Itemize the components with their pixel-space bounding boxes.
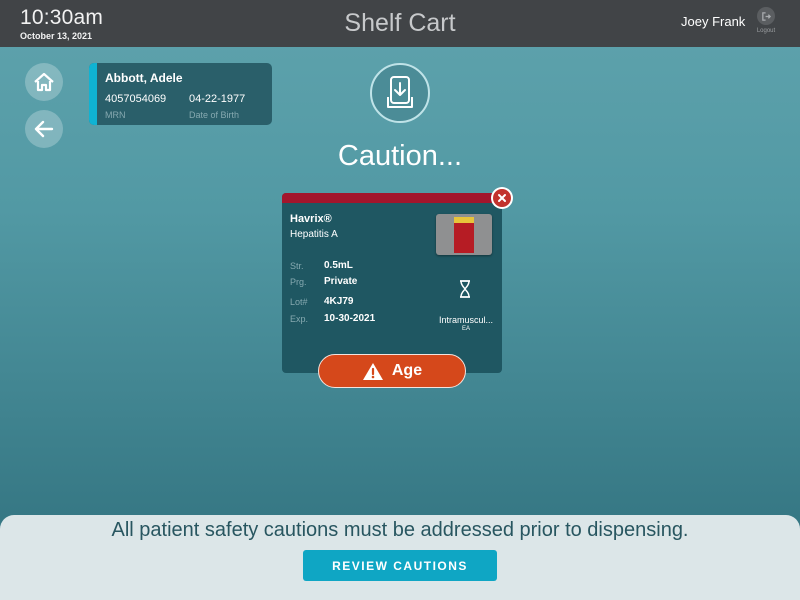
user-name: Joey Frank bbox=[681, 14, 746, 29]
drug-card[interactable]: Havrix® Hepatitis A Str. 0.5mL Prg. Priv… bbox=[282, 193, 502, 373]
app-title: Shelf Cart bbox=[344, 9, 456, 37]
drug-description: Hepatitis A bbox=[290, 229, 338, 240]
review-cautions-button[interactable]: REVIEW CAUTIONS bbox=[303, 550, 497, 581]
expiration-value: 10-30-2021 bbox=[324, 313, 376, 324]
strength-label: Str. bbox=[290, 261, 304, 271]
warning-icon bbox=[362, 362, 383, 380]
bottom-panel: All patient safety cautions must be addr… bbox=[0, 515, 800, 600]
program-value: Private bbox=[324, 276, 358, 287]
drug-image bbox=[436, 214, 492, 255]
logout-icon bbox=[757, 7, 775, 25]
patient-mrn: 4057054069 bbox=[105, 93, 167, 105]
patient-dob: 04-22-1977 bbox=[189, 93, 246, 105]
logout-label: Logout bbox=[756, 28, 776, 34]
arrow-left-icon bbox=[34, 120, 54, 138]
program-label: Prg. bbox=[290, 277, 307, 287]
patient-mrn-label: MRN bbox=[105, 110, 126, 120]
caution-heading: Caution... bbox=[337, 140, 463, 172]
age-caution-button[interactable]: Age bbox=[318, 354, 466, 388]
safety-message: All patient safety cautions must be addr… bbox=[111, 519, 689, 541]
hourglass-icon bbox=[460, 280, 470, 298]
close-icon bbox=[493, 189, 511, 207]
remove-drug-button[interactable] bbox=[491, 187, 513, 209]
dispense-drawer-icon bbox=[370, 63, 430, 123]
drug-name: Havrix® bbox=[290, 213, 332, 225]
patient-card-accent bbox=[89, 63, 97, 125]
logout-button[interactable]: Logout bbox=[754, 7, 778, 34]
patient-name: Abbott, Adele bbox=[105, 71, 183, 85]
home-icon bbox=[34, 72, 54, 92]
home-button[interactable] bbox=[25, 63, 63, 101]
age-caution-label: Age bbox=[391, 362, 423, 379]
drug-alert-bar bbox=[282, 193, 502, 203]
lot-label: Lot# bbox=[290, 297, 308, 307]
strength-value: 0.5mL bbox=[324, 260, 353, 271]
route-text: Intramuscul... bbox=[438, 315, 494, 325]
expiration-label: Exp. bbox=[290, 314, 309, 324]
patient-dob-label: Date of Birth bbox=[189, 110, 240, 120]
patient-card[interactable]: Abbott, Adele 4057054069 04-22-1977 MRN … bbox=[89, 63, 272, 125]
unit-text: EA bbox=[461, 326, 470, 332]
lot-value: 4KJ79 bbox=[324, 296, 354, 307]
top-bar: 10:30am October 13, 2021 Shelf Cart Joey… bbox=[0, 0, 800, 47]
